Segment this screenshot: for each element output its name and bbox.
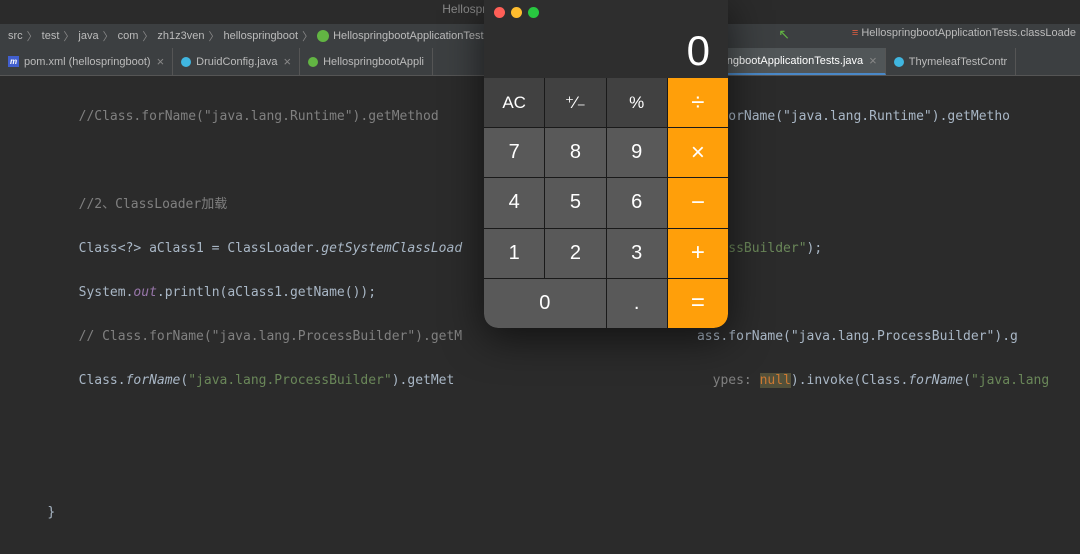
calculator-window[interactable]: 0 AC ⁺⁄₋ % ÷ 7 8 9 × 4 5 6 − 1 2 3 + 0 .…: [484, 0, 728, 328]
key-divide[interactable]: ÷: [668, 78, 728, 127]
tab-pom[interactable]: mpom.xml (hellospringboot)×: [0, 48, 173, 75]
key-equals[interactable]: =: [668, 279, 728, 328]
class-icon: [308, 57, 318, 67]
tab-druidconfig[interactable]: DruidConfig.java×: [173, 48, 300, 75]
crumb-module[interactable]: hellospringboot: [223, 30, 298, 42]
close-icon[interactable]: ×: [283, 54, 291, 69]
crumb-context: ≡ HellospringbootApplicationTests.classL…: [852, 27, 1076, 39]
class-icon: [181, 57, 191, 67]
key-subtract[interactable]: −: [668, 178, 728, 227]
tab-thymeleaf[interactable]: ThymeleafTestContr: [886, 48, 1016, 75]
class-icon: [317, 30, 329, 42]
key-percent[interactable]: %: [607, 78, 667, 127]
close-window-icon[interactable]: [494, 7, 505, 18]
crumb-com[interactable]: com: [118, 30, 139, 42]
calculator-titlebar[interactable]: [484, 0, 728, 24]
crumb-java[interactable]: java: [78, 30, 98, 42]
close-icon[interactable]: ×: [869, 53, 877, 68]
minimize-window-icon[interactable]: [511, 7, 522, 18]
tab-appli[interactable]: HellospringbootAppli: [300, 48, 433, 75]
key-2[interactable]: 2: [545, 229, 605, 278]
close-icon[interactable]: ×: [157, 54, 165, 69]
crumb-class[interactable]: HellospringbootApplicationTests: [317, 30, 489, 42]
key-0[interactable]: 0: [484, 279, 606, 328]
nav-back-icon[interactable]: ↖: [778, 26, 790, 43]
key-add[interactable]: +: [668, 229, 728, 278]
key-6[interactable]: 6: [607, 178, 667, 227]
maven-icon: m: [8, 56, 19, 67]
key-7[interactable]: 7: [484, 128, 544, 177]
key-1[interactable]: 1: [484, 229, 544, 278]
crumb-src[interactable]: src: [8, 30, 23, 42]
calculator-keypad: AC ⁺⁄₋ % ÷ 7 8 9 × 4 5 6 − 1 2 3 + 0 . =: [484, 78, 728, 328]
key-3[interactable]: 3: [607, 229, 667, 278]
crumb-pkg[interactable]: zh1z3ven: [157, 30, 204, 42]
class-icon: [894, 57, 904, 67]
maximize-window-icon[interactable]: [528, 7, 539, 18]
key-ac[interactable]: AC: [484, 78, 544, 127]
key-4[interactable]: 4: [484, 178, 544, 227]
key-8[interactable]: 8: [545, 128, 605, 177]
crumb-test[interactable]: test: [42, 30, 60, 42]
key-5[interactable]: 5: [545, 178, 605, 227]
key-multiply[interactable]: ×: [668, 128, 728, 177]
calculator-display: 0: [484, 24, 728, 78]
key-decimal[interactable]: .: [607, 279, 667, 328]
key-sign[interactable]: ⁺⁄₋: [545, 78, 605, 127]
key-9[interactable]: 9: [607, 128, 667, 177]
